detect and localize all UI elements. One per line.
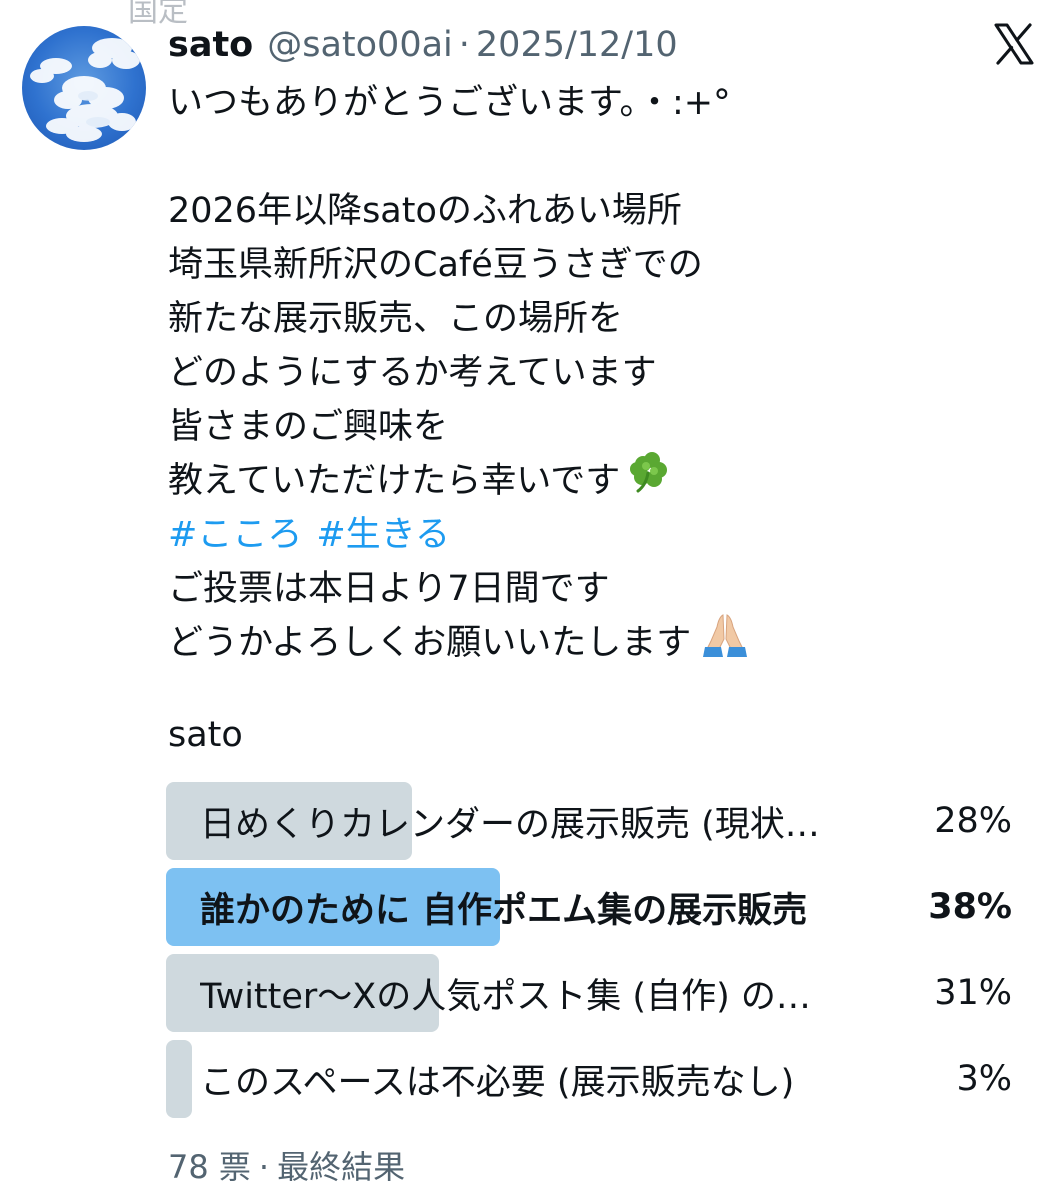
poll-option-label: Twitter～Xの人気ポスト集 (自作) の… (200, 976, 811, 1017)
author-handle[interactable]: @sato00ai (267, 25, 453, 65)
poll-option-label: 誰かのために 自作ポエム集の展示販売 (200, 890, 808, 931)
post-text: いつもありがとうございます。・:+° 2026年以降satoのふれあい場所 埼玉… (168, 76, 1028, 670)
poll-option-percent: 38% (928, 887, 1012, 927)
poll-vote-count: 78 票 (168, 1148, 251, 1186)
poll-title: sato (168, 715, 243, 755)
meta-separator: · (458, 25, 470, 65)
x-logo-icon[interactable] (990, 20, 1038, 68)
post-header: sato @sato00ai · 2025/12/10 (168, 20, 678, 70)
poll-option-percent: 31% (934, 973, 1012, 1013)
poll-footer: 78 票 · 最終結果 (168, 1142, 405, 1188)
post-line-text: どうかよろしくお願いいたします (168, 623, 692, 663)
poll: 日めくりカレンダーの展示販売 (現状… 28% 誰かのために 自作ポエム集の展示… (166, 782, 1012, 1126)
post-line: 2026年以降satoのふれあい場所 (168, 191, 682, 231)
post-line: ご投票は本日より7日間です (168, 569, 610, 609)
poll-status: 最終結果 (277, 1148, 406, 1186)
four-leaf-clover-icon (628, 451, 672, 511)
hashtags: #こころ #生きる (168, 508, 1028, 562)
author-name[interactable]: sato (168, 25, 253, 65)
post-line: 新たな展示販売、この場所を (168, 299, 624, 339)
poll-option-percent: 28% (934, 801, 1012, 841)
post-line: いつもありがとうございます。・:+° (168, 83, 731, 123)
post-line: どのようにするか考えています (168, 353, 657, 393)
avatar[interactable] (22, 26, 146, 150)
poll-option-label: このスペースは不必要 (展示販売なし) (200, 1062, 795, 1103)
poll-footer-separator: · (258, 1148, 270, 1186)
hashtag-link[interactable]: #こころ (168, 508, 302, 562)
post-line-text: 教えていただけたら幸いです (168, 461, 621, 501)
sky-clouds-avatar-icon (30, 38, 140, 142)
post-line-with-emoji: 教えていただけたら幸いです (168, 451, 1028, 511)
poll-option[interactable]: 誰かのために 自作ポエム集の展示販売 38% (166, 868, 1012, 946)
poll-option[interactable]: 日めくりカレンダーの展示販売 (現状… 28% (166, 782, 1012, 860)
poll-result-bar (166, 1040, 193, 1118)
post-date[interactable]: 2025/12/10 (476, 25, 678, 65)
folded-hands-icon (699, 611, 751, 675)
post-line: 埼玉県新所沢のCafé豆うさぎでの (168, 245, 703, 285)
poll-option-label: 日めくりカレンダーの展示販売 (現状… (200, 804, 820, 845)
post-line: 皆さまのご興味を (168, 407, 449, 447)
poll-option[interactable]: Twitter～Xの人気ポスト集 (自作) の… 31% (166, 954, 1012, 1032)
post-line-with-emoji: どうかよろしくお願いいたします (168, 614, 1028, 670)
poll-option-percent: 3% (956, 1059, 1012, 1099)
poll-option[interactable]: このスペースは不必要 (展示販売なし) 3% (166, 1040, 1012, 1118)
hashtag-link[interactable]: #生きる (316, 508, 450, 562)
